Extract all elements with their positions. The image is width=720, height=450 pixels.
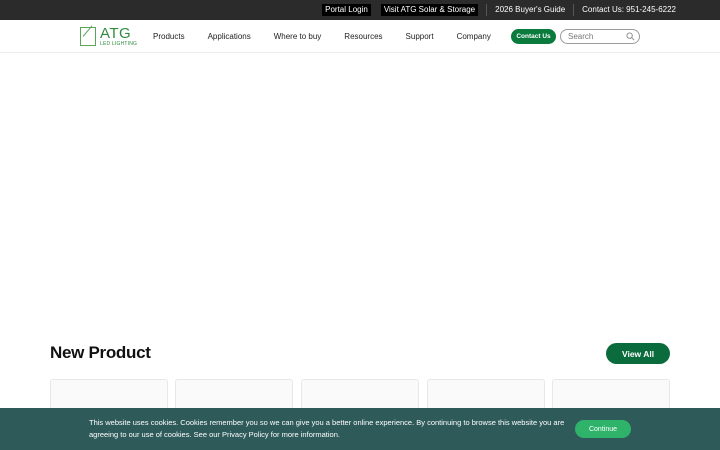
nav-item-products[interactable]: Products	[153, 32, 185, 41]
nav-item-support[interactable]: Support	[406, 32, 434, 41]
divider	[573, 4, 575, 16]
buyers-guide-link[interactable]: 2026 Buyer's Guide	[495, 4, 565, 16]
nav-item-resources[interactable]: Resources	[344, 32, 382, 41]
continue-button[interactable]: Continue	[575, 420, 631, 438]
nav-item-applications[interactable]: Applications	[208, 32, 251, 41]
section-title: New Product	[50, 343, 151, 362]
view-all-button[interactable]: View All	[606, 343, 670, 364]
utility-links: Portal Login Visit ATG Solar & Storage 2…	[322, 0, 676, 20]
logo-mark-icon	[80, 27, 96, 46]
portal-login-link[interactable]: Portal Login	[322, 4, 371, 16]
top-utility-bar: Portal Login Visit ATG Solar & Storage 2…	[0, 0, 720, 20]
contact-us-button[interactable]: Contact Us	[511, 29, 556, 44]
atg-logo[interactable]: ATG LED LIGHTING	[80, 25, 138, 48]
logo-subtitle: LED LIGHTING	[100, 41, 138, 47]
divider	[486, 4, 488, 16]
site-header: ATG LED LIGHTING Products Applications W…	[0, 20, 720, 53]
cookie-message: This website uses cookies. Cookies remem…	[89, 418, 565, 439]
visit-solar-link[interactable]: Visit ATG Solar & Storage	[380, 4, 479, 16]
contact-phone-link[interactable]: Contact Us: 951-245-6222	[582, 4, 676, 16]
logo-name: ATG	[100, 25, 132, 42]
main-nav: Products Applications Where to buy Resou…	[153, 20, 514, 53]
cookie-banner: This website uses cookies. Cookies remem…	[0, 408, 720, 450]
nav-item-where-to-buy[interactable]: Where to buy	[274, 32, 322, 41]
search-icon[interactable]	[626, 32, 635, 41]
nav-item-company[interactable]: Company	[457, 32, 491, 41]
